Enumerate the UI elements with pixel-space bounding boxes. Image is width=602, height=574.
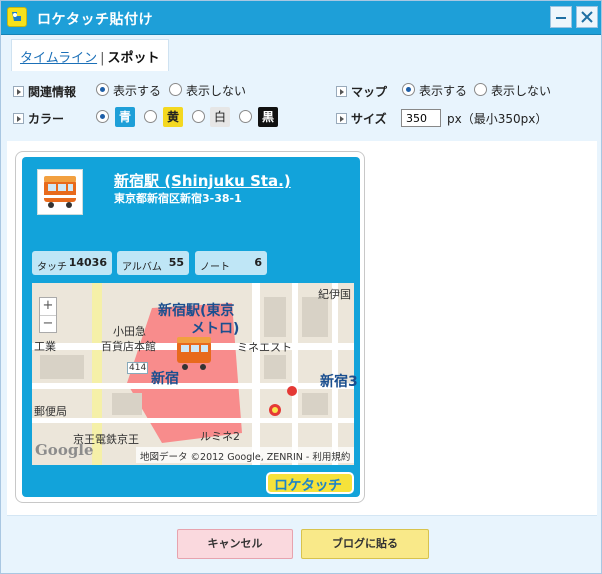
tab-bar: タイムライン | スポット bbox=[11, 39, 169, 71]
map-label-odakyu: 小田急 bbox=[113, 325, 146, 338]
options-panel: 関連情報 表示する 表示しない マップ 表示する 表示しない カラー 青 黄 白… bbox=[1, 73, 601, 141]
map-label-dept: 百貨店本館 bbox=[101, 340, 156, 353]
size-label[interactable]: サイズ bbox=[336, 110, 387, 127]
map-label-lumine-est: ミネエスト bbox=[237, 341, 292, 354]
cancel-button[interactable]: キャンセル bbox=[177, 529, 293, 559]
divider bbox=[7, 515, 597, 516]
touch-count-badge: タッチ 14036 bbox=[32, 251, 112, 275]
album-count-badge: アルバム 55 bbox=[117, 251, 189, 275]
expand-arrow-icon bbox=[336, 86, 347, 97]
note-label: ノート bbox=[200, 262, 230, 273]
related-info-label[interactable]: 関連情報 bbox=[13, 83, 76, 100]
color-blue-chip[interactable]: 青 bbox=[115, 107, 136, 127]
tab-separator: | bbox=[100, 51, 105, 66]
related-info-label-text: 関連情報 bbox=[28, 85, 77, 99]
expand-arrow-icon bbox=[336, 113, 347, 124]
size-input[interactable] bbox=[401, 109, 441, 127]
expand-arrow-icon bbox=[13, 113, 24, 124]
related-hide-radio[interactable] bbox=[169, 83, 182, 96]
note-count-badge: ノート 6 bbox=[195, 251, 267, 275]
close-button[interactable] bbox=[576, 6, 598, 28]
minimize-button[interactable] bbox=[550, 6, 572, 28]
color-label-text: カラー bbox=[28, 112, 65, 126]
note-value: 6 bbox=[254, 256, 262, 269]
size-label-text: サイズ bbox=[351, 112, 387, 126]
touch-value: 14036 bbox=[68, 256, 107, 269]
paste-to-blog-button[interactable]: ブログに貼る bbox=[301, 529, 429, 559]
related-show-radio[interactable] bbox=[96, 83, 109, 96]
color-yellow-chip[interactable]: 黄 bbox=[163, 107, 184, 127]
map-label-lumine2: ルミネ2 bbox=[200, 430, 240, 443]
color-black-chip[interactable]: 黒 bbox=[258, 107, 279, 127]
map-zoom-control: + − bbox=[39, 297, 57, 333]
expand-arrow-icon bbox=[13, 86, 24, 97]
tab-spot[interactable]: スポット bbox=[107, 51, 159, 66]
zoom-in-button[interactable]: + bbox=[40, 298, 56, 315]
google-logo: Google bbox=[35, 441, 94, 459]
color-white-chip[interactable]: 白 bbox=[210, 107, 231, 127]
spot-title-link[interactable]: 新宿駅 (Shinjuku Sta.) bbox=[114, 170, 291, 191]
map-label-shinjuku: 新宿 bbox=[151, 371, 179, 387]
map-label-kishu: 紀伊国 bbox=[318, 288, 351, 301]
dialog-window: ロケタッチ貼付け タイムライン | スポット 関連情報 表示する 表示しない マップ… bbox=[0, 0, 602, 574]
map-label-post: 郵便局 bbox=[34, 405, 67, 418]
map-attribution[interactable]: 地図データ ©2012 Google, ZENRIN - 利用規約 bbox=[136, 447, 354, 463]
map-label-station: 新宿駅(東京 bbox=[158, 303, 235, 319]
spot-address: 東京都新宿区新宿3-38-1 bbox=[114, 192, 242, 205]
map-label-shinjuku3: 新宿3 bbox=[320, 374, 358, 390]
map-label[interactable]: マップ bbox=[336, 83, 387, 100]
window-title: ロケタッチ貼付け bbox=[37, 12, 153, 28]
color-label[interactable]: カラー bbox=[13, 110, 64, 127]
title-bar: ロケタッチ貼付け bbox=[1, 1, 601, 35]
map-show-radio[interactable] bbox=[402, 83, 415, 96]
related-show-label: 表示する bbox=[113, 84, 162, 98]
album-label: アルバム bbox=[122, 262, 162, 273]
color-blue-radio[interactable] bbox=[96, 110, 109, 123]
map-label-metro: メトロ) bbox=[191, 321, 240, 337]
app-logo-icon bbox=[7, 7, 27, 27]
map-label-text: マップ bbox=[351, 85, 388, 99]
zoom-out-button[interactable]: − bbox=[40, 315, 56, 332]
color-black-radio[interactable] bbox=[239, 110, 252, 123]
map-hide-radio[interactable] bbox=[474, 83, 487, 96]
color-white-radio[interactable] bbox=[192, 110, 205, 123]
locatouch-logo[interactable]: ロケタッチ bbox=[266, 472, 354, 494]
size-unit-label: px（最小350px） bbox=[447, 112, 548, 126]
map-show-label: 表示する bbox=[419, 84, 468, 98]
map-hide-label: 表示しない bbox=[491, 84, 552, 98]
locatouch-logo-text: ロケタッチ bbox=[274, 478, 342, 494]
album-value: 55 bbox=[168, 256, 184, 269]
color-yellow-radio[interactable] bbox=[144, 110, 157, 123]
map-label-route: 414 bbox=[127, 362, 149, 374]
touch-label: タッチ bbox=[37, 262, 67, 273]
map-label-kou: 工業 bbox=[34, 340, 56, 353]
tab-timeline[interactable]: タイムライン bbox=[20, 51, 97, 66]
train-icon bbox=[37, 169, 83, 215]
related-hide-label: 表示しない bbox=[186, 84, 247, 98]
close-icon bbox=[581, 11, 593, 23]
